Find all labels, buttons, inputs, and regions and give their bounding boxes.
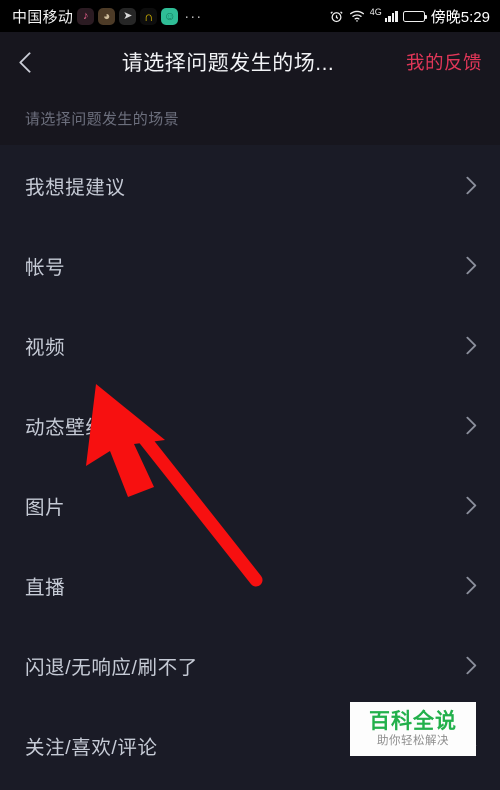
wifi-icon [349, 9, 365, 23]
list-item[interactable]: 直播 [0, 545, 500, 625]
status-bar-left: 中国移动 ♪ ◕ ➤ ∩ ☺ ··· [12, 6, 329, 27]
network-type-label: 4G [369, 7, 382, 17]
page-title: 请选择问题发生的场... [121, 52, 335, 75]
list-item[interactable]: 我想提建议 [0, 145, 500, 225]
list-item-label: 图片 [25, 496, 66, 519]
alarm-icon [329, 9, 344, 24]
watermark-badge: 百科全说 助你轻松解决 [350, 702, 476, 756]
battery-icon [402, 10, 428, 22]
list-item-label: 闪退/无响应/刷不了 [25, 656, 198, 679]
chevron-right-icon [458, 335, 477, 355]
signal-bars-icon [384, 10, 398, 22]
list-item[interactable]: 图片 [0, 465, 500, 545]
list-item-label: 帐号 [25, 256, 66, 279]
list-item-label: 我想提建议 [25, 176, 126, 199]
section-label: 请选择问题发生的场景 [0, 92, 500, 145]
scene-list: 我想提建议 帐号 视频 动态壁纸 图片 直播 闪退/无响应/刷不了 关注/喜欢/… [0, 145, 500, 785]
list-item-label: 直播 [25, 576, 66, 599]
list-item[interactable]: 闪退/无响应/刷不了 [0, 625, 500, 705]
list-item-label: 视频 [25, 336, 66, 359]
chevron-right-icon [458, 495, 477, 515]
messenger-app-icon: ☺ [161, 7, 179, 25]
status-bar: 中国移动 ♪ ◕ ➤ ∩ ☺ ··· 4G 傍晚5:29 [0, 0, 500, 32]
my-feedback-button[interactable]: 我的反馈 [392, 49, 500, 75]
status-bar-right: 4G 傍晚5:29 [329, 6, 490, 27]
paper-plane-app-icon: ➤ [119, 7, 137, 25]
watermark-subtitle: 助你轻松解决 [377, 735, 449, 748]
phone-screen: 中国移动 ♪ ◕ ➤ ∩ ☺ ··· 4G 傍晚5:29 请选择问题发生的场..… [0, 0, 500, 790]
chevron-right-icon [458, 655, 477, 675]
list-item[interactable]: 视频 [0, 305, 500, 385]
list-item[interactable]: 动态壁纸 [0, 385, 500, 465]
chevron-left-icon [18, 51, 40, 73]
chevron-right-icon [458, 175, 477, 195]
carrier-label: 中国移动 [12, 8, 74, 26]
back-button[interactable] [0, 32, 58, 92]
list-item[interactable]: 帐号 [0, 225, 500, 305]
browser-compass-app-icon: ◕ [98, 7, 116, 25]
chevron-right-icon [458, 415, 477, 435]
browser-compass-app-icon-glyph: ◕ [103, 9, 111, 23]
app-header: 请选择问题发生的场... 我的反馈 [0, 32, 500, 92]
chevron-right-icon [458, 255, 477, 275]
messenger-app-icon-glyph: ☺ [163, 9, 176, 23]
tiktok-app-icon: ♪ [77, 7, 95, 25]
archive-app-icon: ∩ [140, 7, 158, 25]
archive-app-icon-glyph: ∩ [144, 8, 154, 24]
notification-overflow-dots: ··· [184, 7, 203, 25]
watermark-title: 百科全说 [369, 710, 457, 734]
list-item-label: 动态壁纸 [25, 416, 106, 439]
clock-label: 傍晚5:29 [430, 8, 490, 26]
paper-plane-app-icon-glyph: ➤ [123, 9, 133, 22]
chevron-right-icon [458, 575, 477, 595]
tiktok-app-icon-glyph: ♪ [82, 9, 89, 22]
